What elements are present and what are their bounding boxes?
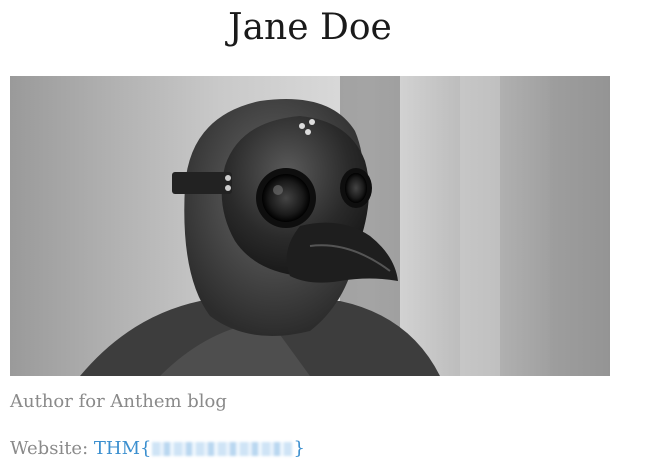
author-name: Jane Doe [228, 7, 392, 48]
website-suffix: } [293, 438, 305, 459]
website-link[interactable]: THM{} [94, 438, 305, 459]
website-prefix: THM{ [93, 438, 152, 459]
website-label: Website: [10, 438, 94, 459]
website-line: Website: THM{} [10, 437, 305, 461]
author-bio: Author for Anthem blog [10, 391, 227, 412]
redacted-text [152, 442, 293, 456]
author-photo [10, 76, 610, 376]
